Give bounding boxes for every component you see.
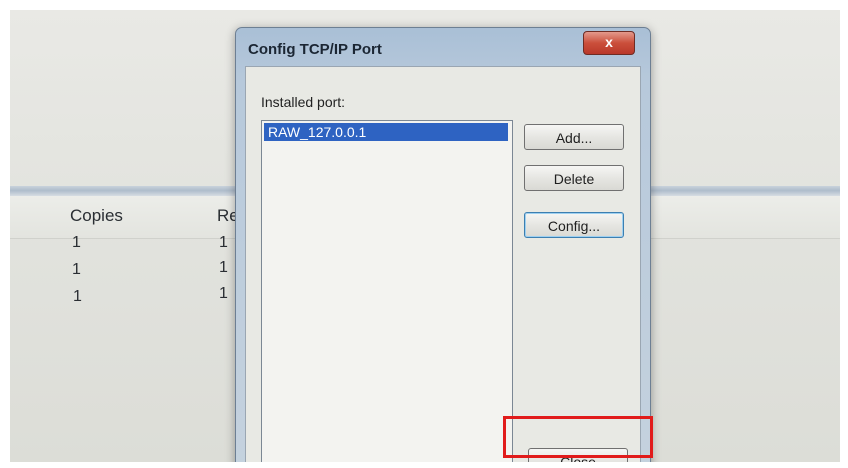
dialog-title: Config TCP/IP Port — [248, 41, 382, 58]
close-icon[interactable]: x — [583, 31, 635, 55]
table-cell-partial: 1 — [219, 285, 228, 302]
list-item[interactable]: RAW_127.0.0.1 — [264, 123, 508, 141]
config-tcp-ip-port-dialog: Config TCP/IP Port x Installed port: RAW… — [235, 27, 651, 462]
add-button[interactable]: Add... — [524, 124, 624, 150]
table-cell-copies: 1 — [73, 288, 82, 305]
installed-port-label: Installed port: — [261, 94, 346, 110]
close-button-highlight — [503, 416, 653, 458]
column-header-copies: Copies — [70, 206, 123, 225]
config-button[interactable]: Config... — [524, 212, 624, 238]
table-cell-partial: 1 — [219, 234, 228, 251]
table-cell-copies: 1 — [72, 234, 81, 251]
monitor-photo: Copies Re 1 1 1 1 1 1 Config TCP/IP Port… — [10, 10, 840, 462]
installed-port-list[interactable]: RAW_127.0.0.1 — [261, 120, 513, 462]
table-cell-copies: 1 — [72, 261, 81, 278]
dialog-body: Installed port: RAW_127.0.0.1 Add... Del… — [245, 66, 641, 462]
delete-button[interactable]: Delete — [524, 165, 624, 191]
table-cell-partial: 1 — [219, 259, 228, 276]
